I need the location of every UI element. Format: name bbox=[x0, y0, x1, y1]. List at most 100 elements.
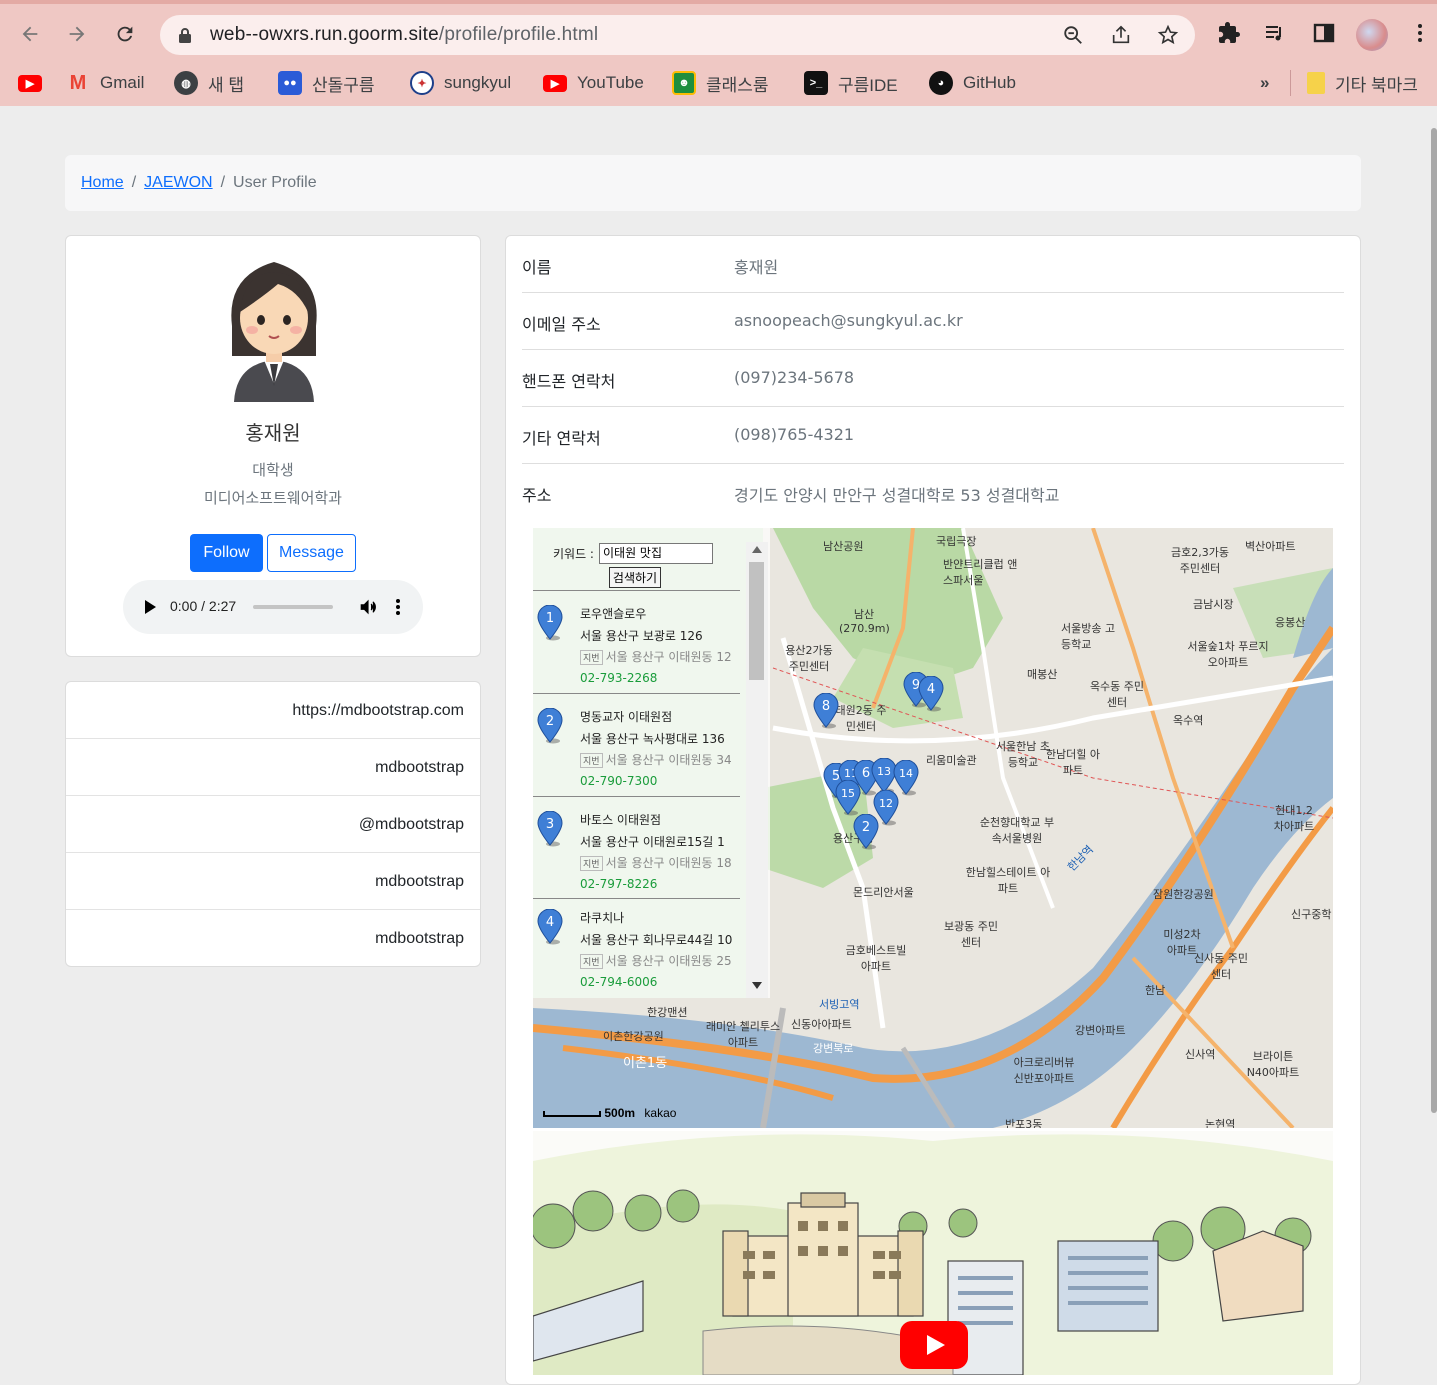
scroll-up-icon[interactable] bbox=[752, 546, 762, 553]
marker-number: 3 bbox=[546, 817, 554, 832]
bookmark-star-icon[interactable] bbox=[1157, 24, 1179, 46]
list-item[interactable]: 4 라쿠치나 서울 용산구 회나무로44길 10 지번 서울 용산구 이태원동 2… bbox=[533, 898, 740, 998]
map-label: 서울한남 초등학교 bbox=[995, 740, 1051, 769]
bookmark-gmail[interactable]: M Gmail bbox=[66, 70, 145, 96]
marker-number: 2 bbox=[546, 714, 554, 729]
map-label: 반얀트리클럽 앤스파서울 bbox=[943, 558, 1018, 587]
map-label: 금호베스트빌 아파트 bbox=[845, 944, 907, 973]
marker-number: 13 bbox=[877, 765, 891, 778]
follow-button[interactable]: Follow bbox=[190, 534, 263, 572]
map-label: 한남 bbox=[1145, 984, 1166, 997]
play-icon[interactable] bbox=[145, 600, 156, 614]
map-marker[interactable]: 2 bbox=[853, 814, 879, 850]
profile-avatar-icon[interactable] bbox=[1356, 19, 1388, 51]
jibun-address: 서울 용산구 이태원동 25 bbox=[605, 954, 732, 968]
address-bar[interactable]: web--owxrs.run.goorm.site/profile/profil… bbox=[160, 15, 1195, 55]
marker-number: 1 bbox=[546, 611, 554, 626]
avatar bbox=[231, 262, 317, 402]
info-label: 핸드폰 연락처 bbox=[522, 372, 616, 391]
bookmark-classroom[interactable]: ☻ 클래스룸 bbox=[672, 70, 769, 96]
youtube-video-embed[interactable] bbox=[533, 1131, 1333, 1375]
jibun-tag: 지번 bbox=[580, 753, 603, 768]
list-item[interactable]: 3 바토스 이태원점 서울 용산구 이태원로15길 1 지번 서울 용산구 이태원… bbox=[533, 796, 740, 898]
info-row-phone: 핸드폰 연락처 (097)234-5678 bbox=[522, 350, 1344, 407]
page-scrollbar[interactable] bbox=[1431, 128, 1437, 1113]
bookmark-sungkyul[interactable]: ✦ sungkyul bbox=[410, 70, 511, 96]
link-row-website[interactable]: https://mdbootstrap.com bbox=[66, 682, 480, 739]
youtube-play-icon[interactable] bbox=[900, 1321, 968, 1369]
link-row-facebook[interactable]: mdbootstrap bbox=[66, 910, 480, 967]
side-panel-icon[interactable] bbox=[1312, 21, 1336, 45]
audio-more-icon[interactable] bbox=[395, 598, 401, 616]
scroll-down-icon[interactable] bbox=[752, 982, 762, 989]
other-bookmarks-folder[interactable]: 기타 북마크 bbox=[1290, 70, 1418, 96]
map-search-button[interactable]: 검색하기 bbox=[609, 567, 661, 588]
keyword-input[interactable]: 이태원 맛집 bbox=[599, 543, 713, 564]
scroll-thumb[interactable] bbox=[749, 562, 764, 680]
globe-icon: ◍ bbox=[174, 71, 198, 95]
info-row-email: 이메일 주소 asnoopeach@sungkyul.ac.kr bbox=[522, 293, 1344, 350]
jibun-tag: 지번 bbox=[580, 954, 603, 969]
youtube-icon: ▶ bbox=[18, 74, 42, 92]
map-label: 신사역 bbox=[1185, 1048, 1216, 1061]
link-row-twitter[interactable]: @mdbootstrap bbox=[66, 796, 480, 853]
kakao-map[interactable]: 남산공원 국립극장 반얀트리클럽 앤스파서울 금호2,3가동 주민센터 벽산아파… bbox=[533, 528, 1333, 1128]
list-item[interactable]: 2 명동교자 이태원점 서울 용산구 녹사평대로 136 지번 서울 용산구 이태… bbox=[533, 693, 740, 795]
map-label: 한강맨션 bbox=[647, 1006, 688, 1019]
map-label: 남산 (270.9m) bbox=[839, 608, 890, 635]
map-marker[interactable]: 8 bbox=[813, 693, 839, 729]
result-phone: 02-793-2268 bbox=[580, 671, 658, 685]
bookmark-new-tab[interactable]: ◍ 새 탭 bbox=[174, 70, 244, 96]
menu-icon[interactable] bbox=[1408, 21, 1432, 45]
map-label: 서빙고역 bbox=[819, 998, 860, 1011]
map-label: 리움미술관 bbox=[926, 754, 977, 767]
extensions-icon[interactable] bbox=[1217, 21, 1241, 45]
forward-icon[interactable] bbox=[63, 20, 91, 48]
map-label: 이촌한강공원 bbox=[603, 1030, 664, 1043]
message-button[interactable]: Message bbox=[267, 534, 356, 572]
bookmark-sandoll[interactable]: ●● 산돌구름 bbox=[278, 70, 375, 96]
breadcrumb-section-link[interactable]: JAEWON bbox=[144, 174, 212, 192]
breadcrumb-home-link[interactable]: Home bbox=[81, 174, 124, 192]
list-item[interactable]: 1 로우앤슬로우 서울 용산구 보광로 126 지번 서울 용산구 이태원동 12… bbox=[533, 590, 740, 692]
map-label: 한남더힐 아파트 bbox=[1045, 748, 1101, 777]
back-icon[interactable] bbox=[16, 20, 44, 48]
info-label: 이메일 주소 bbox=[522, 315, 601, 334]
link-row-instagram[interactable]: mdbootstrap bbox=[66, 853, 480, 910]
zoom-icon[interactable] bbox=[1062, 24, 1084, 46]
map-marker[interactable]: 4 bbox=[918, 676, 944, 712]
map-label: 논현역 bbox=[1205, 1118, 1236, 1128]
more-bookmarks-button[interactable]: » bbox=[1260, 70, 1269, 96]
bookmark-goorm-ide[interactable]: >_ 구름IDE bbox=[804, 70, 898, 96]
marker-pin-icon: 1 bbox=[537, 605, 563, 641]
map-label: 태원2동 주민센터 bbox=[835, 704, 887, 733]
map-label: 신구중학 bbox=[1291, 908, 1332, 921]
bookmark-youtube-short[interactable]: ▶ bbox=[18, 70, 42, 96]
sungkyul-icon: ✦ bbox=[410, 71, 434, 95]
jibun-tag: 지번 bbox=[580, 650, 603, 665]
breadcrumb: Home / JAEWON / User Profile bbox=[65, 155, 1361, 211]
map-label: 강변북로 bbox=[813, 1042, 854, 1055]
map-label: 반포3동 bbox=[1005, 1118, 1043, 1128]
bookmark-youtube[interactable]: ▶ YouTube bbox=[543, 70, 644, 96]
bookmark-github[interactable]: ◕ GitHub bbox=[929, 70, 1016, 96]
media-control-icon[interactable] bbox=[1263, 21, 1287, 45]
reload-icon[interactable] bbox=[111, 20, 139, 48]
map-label: 순천향대학교 부속서울병원 bbox=[979, 816, 1055, 845]
marker-number: 2 bbox=[862, 820, 870, 835]
map-label: 아크로리버뷰 신반포아파트 bbox=[1013, 1056, 1075, 1085]
volume-icon[interactable] bbox=[359, 598, 377, 616]
info-value: 경기도 안양시 만안구 성결대학로 53 성결대학교 bbox=[734, 486, 1060, 505]
result-jibun: 지번 서울 용산구 이태원동 34 bbox=[580, 751, 732, 768]
results-scrollbar[interactable] bbox=[746, 542, 768, 998]
info-row-name: 이름 홍재원 bbox=[522, 236, 1344, 293]
youtube-icon: ▶ bbox=[543, 74, 567, 92]
share-icon[interactable] bbox=[1110, 24, 1132, 46]
link-row-github[interactable]: mdbootstrap bbox=[66, 739, 480, 796]
map-label: 몬드리안서울 bbox=[853, 886, 914, 899]
scale-label: 500m bbox=[604, 1106, 636, 1120]
audio-seek-bar[interactable] bbox=[253, 605, 333, 609]
jibun-address: 서울 용산구 이태원동 34 bbox=[605, 753, 732, 767]
map-marker[interactable]: 15 bbox=[835, 780, 861, 816]
url-text: web--owxrs.run.goorm.site/profile/profil… bbox=[210, 24, 599, 45]
